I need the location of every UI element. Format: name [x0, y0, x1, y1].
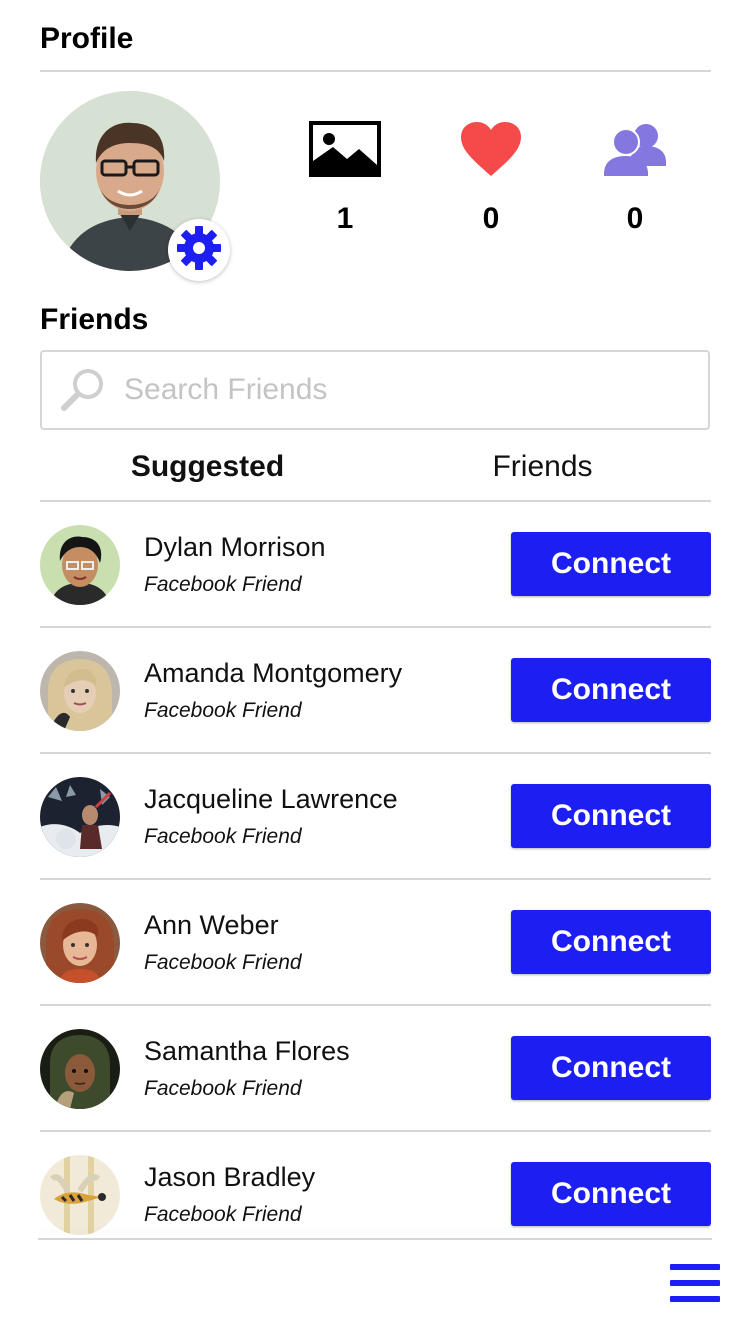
search-icon — [60, 367, 120, 413]
friend-avatar[interactable] — [40, 777, 120, 857]
heart-icon — [436, 118, 546, 180]
gear-icon — [175, 224, 223, 277]
friend-name: Dylan Morrison — [144, 532, 326, 562]
friend-source: Facebook Friend — [144, 825, 302, 848]
friend-avatar[interactable] — [40, 525, 120, 605]
photos-stat[interactable]: 1 — [290, 118, 400, 236]
friend-source: Facebook Friend — [144, 573, 302, 596]
list-item: Dylan Morrison Facebook Friend Connect — [40, 502, 711, 628]
image-icon — [290, 118, 400, 180]
friends-heading: Friends — [40, 303, 149, 336]
friend-source: Facebook Friend — [144, 1077, 302, 1100]
connect-button[interactable]: Connect — [511, 658, 711, 722]
likes-stat[interactable]: 0 — [436, 118, 546, 236]
hamburger-menu-icon[interactable] — [670, 1264, 720, 1306]
list-item: Jason Bradley Facebook Friend Connect — [40, 1132, 711, 1238]
followers-count: 0 — [626, 202, 644, 235]
bottom-bar-divider — [38, 1238, 712, 1240]
friend-name: Amanda Montgomery — [144, 658, 403, 688]
connect-button[interactable]: Connect — [511, 784, 711, 848]
friends-tabs: Suggested Friends — [40, 450, 711, 490]
likes-count: 0 — [482, 202, 500, 235]
list-item: Samantha Flores Facebook Friend Connect — [40, 1006, 711, 1132]
connect-button[interactable]: Connect — [511, 1162, 711, 1226]
page-title: Profile — [40, 22, 134, 55]
list-item: Ann Weber Facebook Friend Connect — [40, 880, 711, 1006]
friend-source: Facebook Friend — [144, 951, 302, 974]
settings-button[interactable] — [168, 219, 230, 281]
friend-name: Jason Bradley — [144, 1162, 316, 1192]
photos-count: 1 — [336, 202, 354, 235]
search-input[interactable] — [124, 373, 684, 407]
friend-avatar[interactable] — [40, 903, 120, 983]
connect-button[interactable]: Connect — [511, 532, 711, 596]
connect-button[interactable]: Connect — [511, 910, 711, 974]
friend-source: Facebook Friend — [144, 699, 302, 722]
profile-avatar[interactable] — [40, 91, 230, 281]
friend-list: Dylan Morrison Facebook Friend Connect A… — [40, 502, 711, 1238]
header-divider — [40, 70, 711, 72]
users-icon — [580, 118, 690, 180]
friend-source: Facebook Friend — [144, 1203, 302, 1226]
friend-avatar[interactable] — [40, 651, 120, 731]
friend-name: Ann Weber — [144, 910, 279, 940]
friend-avatar[interactable] — [40, 1029, 120, 1109]
search-bar[interactable] — [40, 350, 710, 430]
tab-suggested[interactable]: Suggested — [40, 450, 375, 484]
list-item: Amanda Montgomery Facebook Friend Connec… — [40, 628, 711, 754]
friend-name: Samantha Flores — [144, 1036, 350, 1066]
friend-avatar[interactable] — [40, 1155, 120, 1235]
tab-friends[interactable]: Friends — [375, 450, 710, 484]
friend-name: Jacqueline Lawrence — [144, 784, 398, 814]
followers-stat[interactable]: 0 — [580, 118, 690, 236]
list-item: Jacqueline Lawrence Facebook Friend Conn… — [40, 754, 711, 880]
connect-button[interactable]: Connect — [511, 1036, 711, 1100]
